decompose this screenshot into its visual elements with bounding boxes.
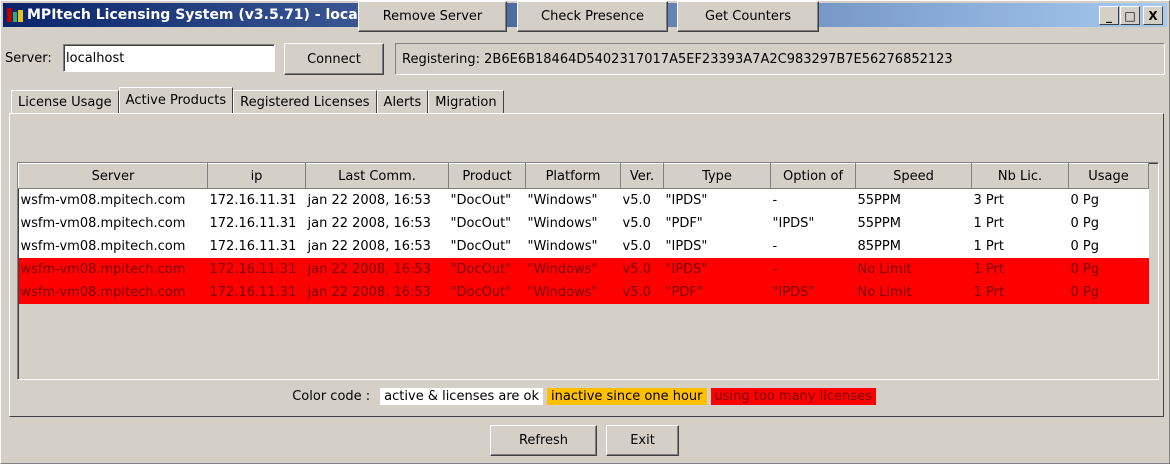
table-cell: "DocOut" xyxy=(448,258,526,281)
table-cell: - xyxy=(770,235,856,258)
table-cell: wsfm-vm08.mpitech.com xyxy=(18,258,208,281)
table-cell: 0 Pg xyxy=(1068,235,1149,258)
table-cell: - xyxy=(770,188,856,212)
table-cell: jan 22 2008, 16:53 xyxy=(305,188,449,212)
legend-over: using too many licenses xyxy=(710,388,876,405)
table-cell: v5.0 xyxy=(620,212,664,235)
tab-bar: License Usage Active Products Registered… xyxy=(11,87,504,113)
maximize-button[interactable]: □ xyxy=(1120,6,1140,25)
column-header-speed[interactable]: Speed xyxy=(855,163,972,189)
table-cell: 1 Prt xyxy=(971,235,1069,258)
table-cell: wsfm-vm08.mpitech.com xyxy=(18,235,208,258)
table-cell: "Windows" xyxy=(525,235,621,258)
close-button[interactable]: X xyxy=(1143,6,1163,25)
column-header-last-comm[interactable]: Last Comm. xyxy=(305,163,449,189)
refresh-button[interactable]: Refresh xyxy=(490,425,597,456)
table-cell: "Windows" xyxy=(525,188,621,212)
table-cell: "IPDS" xyxy=(770,212,856,235)
table-cell: 172.16.11.31 xyxy=(207,188,306,212)
table-cell: v5.0 xyxy=(620,258,664,281)
column-header-server[interactable]: Server xyxy=(18,163,208,189)
tab-registered-licenses[interactable]: Registered Licenses xyxy=(233,90,377,113)
table-cell: 172.16.11.31 xyxy=(207,235,306,258)
table-cell: 0 Pg xyxy=(1068,212,1149,235)
table-cell: 1 Prt xyxy=(971,212,1069,235)
table-cell: 1 Prt xyxy=(971,281,1069,304)
connect-button[interactable]: Connect xyxy=(284,43,384,75)
window-title: MPItech Licensing System (v3.5.71) - loc… xyxy=(27,7,398,23)
table-cell: "DocOut" xyxy=(448,188,526,212)
table-cell: wsfm-vm08.mpitech.com xyxy=(18,212,208,235)
table-cell: jan 22 2008, 16:53 xyxy=(305,258,449,281)
table-cell: "PDF" xyxy=(663,281,771,304)
table-cell: "IPDS" xyxy=(663,235,771,258)
table-cell: 172.16.11.31 xyxy=(207,281,306,304)
server-label: Server: xyxy=(5,51,52,66)
table-cell: 85PPM xyxy=(855,235,972,258)
table-cell: v5.0 xyxy=(620,281,664,304)
table-cell: "Windows" xyxy=(525,281,621,304)
table-cell: jan 22 2008, 16:53 xyxy=(305,235,449,258)
tab-active-products[interactable]: Active Products xyxy=(118,87,234,113)
products-table: Server ip Last Comm. Product Platform Ve… xyxy=(17,162,1159,380)
table-row[interactable]: wsfm-vm08.mpitech.com 172.16.11.31 jan 2… xyxy=(18,212,1149,235)
check-presence-button[interactable]: Check Presence xyxy=(517,1,668,32)
table-cell: "Windows" xyxy=(525,258,621,281)
table-cell: "IPDS" xyxy=(663,258,771,281)
app-logo-icon xyxy=(7,7,23,23)
table-row[interactable]: wsfm-vm08.mpitech.com 172.16.11.31 jan 2… xyxy=(18,258,1149,281)
exit-button[interactable]: Exit xyxy=(606,425,679,456)
table-cell: "IPDS" xyxy=(663,188,771,212)
table-cell: "IPDS" xyxy=(770,281,856,304)
table-cell: 0 Pg xyxy=(1068,188,1149,212)
table-cell: jan 22 2008, 16:53 xyxy=(305,281,449,304)
color-code-label: Color code : xyxy=(292,389,371,404)
tab-migration[interactable]: Migration xyxy=(428,90,504,113)
remove-server-button[interactable]: Remove Server xyxy=(358,1,507,32)
table-header-row: Server ip Last Comm. Product Platform Ve… xyxy=(18,163,1149,189)
column-header-product[interactable]: Product xyxy=(448,163,526,189)
table-cell: 3 Prt xyxy=(971,188,1069,212)
column-header-usage[interactable]: Usage xyxy=(1068,163,1149,189)
column-header-nb-lic[interactable]: Nb Lic. xyxy=(971,163,1069,189)
table-cell: 0 Pg xyxy=(1068,281,1149,304)
table-cell: - xyxy=(770,258,856,281)
table-cell: "PDF" xyxy=(663,212,771,235)
legend-inactive: inactive since one hour xyxy=(547,388,707,405)
column-header-type[interactable]: Type xyxy=(663,163,771,189)
get-counters-button[interactable]: Get Counters xyxy=(677,1,819,32)
legend-ok: active & licenses are ok xyxy=(380,388,544,405)
tab-license-usage[interactable]: License Usage xyxy=(11,90,119,113)
table-cell: 0 Pg xyxy=(1068,258,1149,281)
table-cell: 55PPM xyxy=(855,212,972,235)
table-cell: "DocOut" xyxy=(448,212,526,235)
table-row[interactable]: wsfm-vm08.mpitech.com 172.16.11.31 jan 2… xyxy=(18,281,1149,304)
table-cell: 172.16.11.31 xyxy=(207,212,306,235)
table-cell: wsfm-vm08.mpitech.com xyxy=(18,188,208,212)
tab-alerts[interactable]: Alerts xyxy=(376,90,429,113)
table-cell: No Limit xyxy=(855,258,972,281)
table-cell: v5.0 xyxy=(620,188,664,212)
column-header-option-of[interactable]: Option of xyxy=(770,163,856,189)
table-cell: "Windows" xyxy=(525,212,621,235)
table-cell: "DocOut" xyxy=(448,235,526,258)
column-header-ip[interactable]: ip xyxy=(207,163,306,189)
table-cell: No Limit xyxy=(855,281,972,304)
column-header-platform[interactable]: Platform xyxy=(525,163,621,189)
table-cell: 172.16.11.31 xyxy=(207,258,306,281)
column-header-version[interactable]: Ver. xyxy=(620,163,664,189)
app-window: MPItech Licensing System (v3.5.71) - loc… xyxy=(0,0,1170,464)
table-cell: 55PPM xyxy=(855,188,972,212)
table-cell: v5.0 xyxy=(620,235,664,258)
table-cell: "DocOut" xyxy=(448,281,526,304)
server-input[interactable] xyxy=(63,44,275,72)
table-row[interactable]: wsfm-vm08.mpitech.com 172.16.11.31 jan 2… xyxy=(18,235,1149,258)
minimize-button[interactable]: _ xyxy=(1099,6,1119,25)
table-row[interactable]: wsfm-vm08.mpitech.com 172.16.11.31 jan 2… xyxy=(18,188,1149,212)
table-cell: wsfm-vm08.mpitech.com xyxy=(18,281,208,304)
table-cell: 1 Prt xyxy=(971,258,1069,281)
table-cell: jan 22 2008, 16:53 xyxy=(305,212,449,235)
registration-status: Registering: 2B6E6B18464D5402317017A5EF2… xyxy=(395,43,1165,75)
color-code-legend: Color code : active & licenses are ok in… xyxy=(1,388,1170,405)
